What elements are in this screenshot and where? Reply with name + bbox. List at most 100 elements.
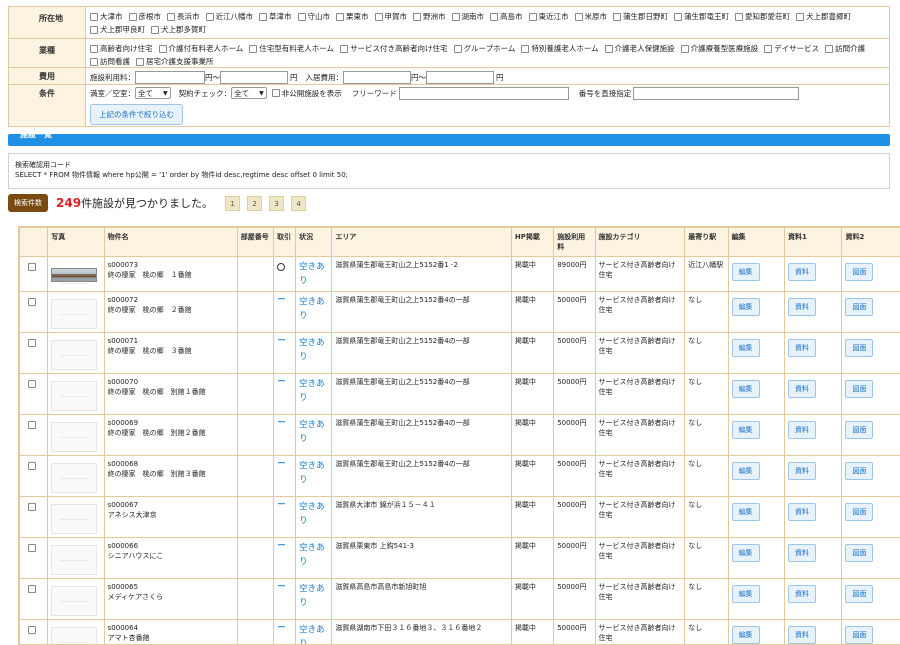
location-option[interactable]: 犬上郡豊郷町 xyxy=(796,10,851,23)
number-input[interactable] xyxy=(633,86,800,100)
vacancy-status[interactable]: 空きあり xyxy=(299,295,328,323)
business-option[interactable]: グループホーム xyxy=(453,42,515,55)
business-option[interactable]: 訪問看護 xyxy=(90,55,130,68)
location-checkbox[interactable] xyxy=(167,12,175,21)
facility-name[interactable]: アネシス大津京 xyxy=(108,510,234,520)
location-option[interactable]: 犬上郡甲良町 xyxy=(90,23,145,36)
vacancy-status[interactable]: 空きあり xyxy=(299,377,328,405)
location-checkbox[interactable] xyxy=(90,12,98,21)
location-checkbox[interactable] xyxy=(413,12,421,21)
location-checkbox[interactable] xyxy=(151,25,159,34)
entry-fee-max-input[interactable] xyxy=(426,71,494,84)
location-option[interactable]: 湖南市 xyxy=(451,10,484,23)
usage-fee-max-input[interactable] xyxy=(220,71,288,84)
business-option[interactable]: 居宅介護支援事業所 xyxy=(136,55,214,68)
row-checkbox[interactable] xyxy=(28,298,36,306)
freeword-input[interactable] xyxy=(398,86,569,100)
floorplan-button[interactable]: 図面 xyxy=(845,585,874,603)
page-link[interactable]: 4 xyxy=(291,195,307,211)
location-option[interactable]: 東近江市 xyxy=(528,10,569,23)
floorplan-button[interactable]: 図面 xyxy=(845,263,874,281)
usage-fee-min-input[interactable] xyxy=(135,71,205,84)
business-checkbox[interactable] xyxy=(90,57,98,66)
floorplan-button[interactable]: 図面 xyxy=(845,503,874,521)
document-button[interactable]: 資料 xyxy=(788,626,816,644)
facility-name[interactable]: 終の棲家 桃の郷 １番館 xyxy=(108,270,234,280)
business-checkbox[interactable] xyxy=(158,44,167,53)
document-button[interactable]: 資料 xyxy=(788,503,816,521)
edit-button[interactable]: 編集 xyxy=(731,339,760,357)
location-option[interactable]: 愛知郡愛荘町 xyxy=(735,10,790,23)
location-checkbox[interactable] xyxy=(735,12,743,21)
floorplan-button[interactable]: 図面 xyxy=(845,339,874,357)
business-option[interactable]: 訪問介護 xyxy=(825,42,865,55)
page-link[interactable]: 2 xyxy=(247,195,263,211)
document-button[interactable]: 資料 xyxy=(788,544,816,562)
location-checkbox[interactable] xyxy=(128,12,137,21)
facility-photo[interactable] xyxy=(51,504,98,534)
vacancy-status[interactable]: 空きあり xyxy=(299,459,328,487)
entry-fee-min-input[interactable] xyxy=(343,71,411,84)
business-checkbox[interactable] xyxy=(90,44,98,53)
vacancy-status[interactable]: 空きあり xyxy=(299,582,328,610)
facility-name[interactable]: 終の棲家 桃の郷 ２番館 xyxy=(108,305,234,315)
location-option[interactable]: 蒲生郡日野町 xyxy=(613,10,668,23)
business-option[interactable]: サービス付き高齢者向け住宅 xyxy=(340,42,448,55)
location-checkbox[interactable] xyxy=(451,12,460,21)
facility-photo[interactable] xyxy=(51,340,98,370)
facility-name[interactable]: アマト杏番館 xyxy=(108,633,234,643)
business-option[interactable]: 介護老人保健施設 xyxy=(604,42,675,55)
document-button[interactable]: 資料 xyxy=(788,421,816,439)
location-checkbox[interactable] xyxy=(796,12,804,21)
location-checkbox[interactable] xyxy=(574,12,583,21)
page-link[interactable]: 3 xyxy=(269,195,285,211)
row-checkbox[interactable] xyxy=(28,503,36,511)
row-checkbox[interactable] xyxy=(28,585,36,593)
facility-photo[interactable] xyxy=(51,381,98,411)
facility-photo[interactable] xyxy=(51,422,98,452)
page-link[interactable]: 1 xyxy=(225,195,241,211)
location-checkbox[interactable] xyxy=(613,12,621,21)
business-checkbox[interactable] xyxy=(249,44,258,53)
location-checkbox[interactable] xyxy=(374,12,383,21)
location-checkbox[interactable] xyxy=(336,12,344,21)
location-option[interactable]: 野洲市 xyxy=(413,10,446,23)
location-checkbox[interactable] xyxy=(205,12,214,21)
floorplan-button[interactable]: 図面 xyxy=(845,380,874,398)
location-option[interactable]: 蒲生郡竜王町 xyxy=(674,10,729,23)
location-option[interactable]: 栗東市 xyxy=(336,10,369,23)
facility-photo[interactable] xyxy=(51,627,98,644)
document-button[interactable]: 資料 xyxy=(788,585,816,603)
location-option[interactable]: 甲賀市 xyxy=(374,10,407,23)
document-button[interactable]: 資料 xyxy=(788,380,816,398)
edit-button[interactable]: 編集 xyxy=(731,626,760,644)
business-checkbox[interactable] xyxy=(604,44,613,53)
edit-button[interactable]: 編集 xyxy=(731,503,760,521)
facility-name[interactable]: シニアハウスにこ xyxy=(108,551,234,561)
business-checkbox[interactable] xyxy=(521,44,530,53)
business-option[interactable]: 介護付有料老人ホーム xyxy=(158,42,243,55)
row-checkbox[interactable] xyxy=(28,421,36,429)
business-option[interactable]: 特別養護老人ホーム xyxy=(521,42,599,55)
business-option[interactable]: 住宅型有料老人ホーム xyxy=(249,42,334,55)
edit-button[interactable]: 編集 xyxy=(731,421,760,439)
floorplan-button[interactable]: 図面 xyxy=(845,626,874,644)
document-button[interactable]: 資料 xyxy=(788,298,816,316)
row-checkbox[interactable] xyxy=(28,544,36,552)
location-option[interactable]: 近江八幡市 xyxy=(205,10,253,23)
count-button[interactable]: 検索件数 xyxy=(8,194,48,212)
facility-photo[interactable] xyxy=(51,463,98,493)
row-checkbox[interactable] xyxy=(28,462,36,470)
business-checkbox[interactable] xyxy=(340,44,349,53)
edit-button[interactable]: 編集 xyxy=(731,298,760,316)
location-checkbox[interactable] xyxy=(297,12,306,21)
facility-photo[interactable] xyxy=(51,299,98,329)
row-checkbox[interactable] xyxy=(28,380,36,388)
private-checkbox[interactable] xyxy=(271,89,280,97)
business-checkbox[interactable] xyxy=(825,44,834,53)
facility-name[interactable]: 終の棲家 桃の郷 別館１番館 xyxy=(108,387,234,397)
location-option[interactable]: 犬上郡多賀町 xyxy=(151,23,206,36)
row-checkbox[interactable] xyxy=(28,626,36,634)
location-checkbox[interactable] xyxy=(90,25,98,34)
business-checkbox[interactable] xyxy=(453,44,462,53)
